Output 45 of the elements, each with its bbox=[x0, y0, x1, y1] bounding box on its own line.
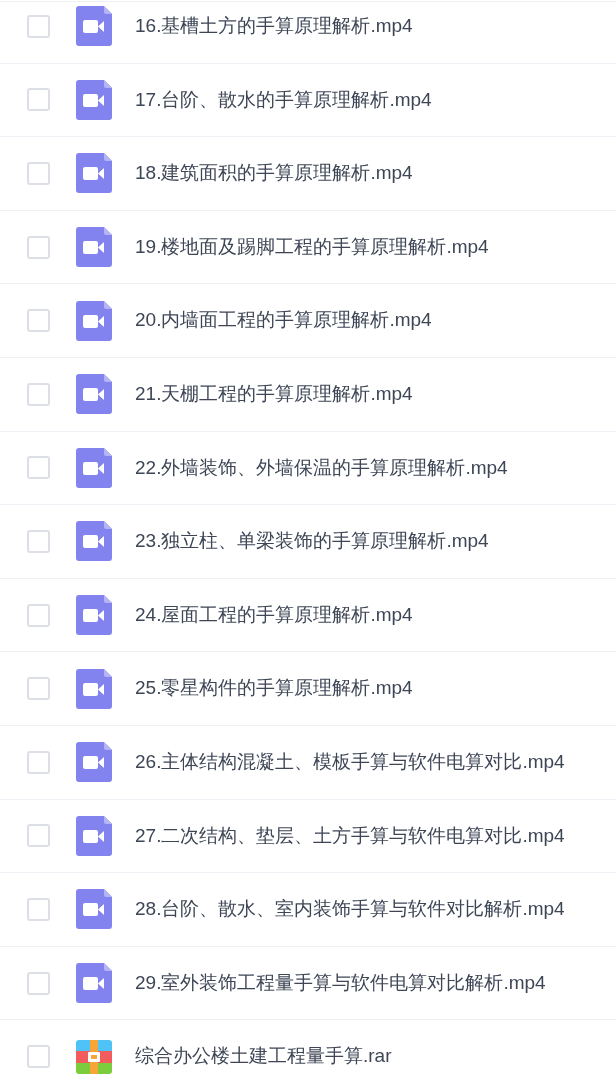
checkbox[interactable] bbox=[27, 971, 50, 995]
checkbox[interactable] bbox=[27, 88, 50, 112]
file-name[interactable]: 25.零星构件的手算原理解析.mp4 bbox=[135, 674, 413, 703]
checkbox[interactable] bbox=[27, 235, 50, 259]
file-name[interactable]: 19.楼地面及踢脚工程的手算原理解析.mp4 bbox=[135, 232, 489, 262]
video-file-icon bbox=[76, 6, 112, 47]
checkbox[interactable] bbox=[27, 750, 50, 774]
file-name[interactable]: 28.台阶、散水、室内装饰手算与软件对比解析.mp4 bbox=[135, 895, 565, 924]
checkbox[interactable] bbox=[27, 14, 50, 38]
video-file-icon bbox=[76, 153, 112, 194]
file-name[interactable]: 综合办公楼土建工程量手算.rar bbox=[135, 1042, 392, 1071]
checkbox[interactable] bbox=[27, 456, 50, 480]
checkbox[interactable] bbox=[27, 382, 50, 406]
file-name[interactable]: 26.主体结构混凝土、模板手算与软件电算对比.mp4 bbox=[135, 748, 565, 777]
file-name[interactable]: 24.屋面工程的手算原理解析.mp4 bbox=[135, 600, 413, 630]
file-name[interactable]: 22.外墙装饰、外墙保温的手算原理解析.mp4 bbox=[135, 453, 508, 483]
checkbox[interactable] bbox=[27, 603, 50, 627]
video-file-icon bbox=[76, 742, 112, 783]
video-file-icon bbox=[76, 815, 112, 856]
video-file-icon bbox=[76, 668, 112, 709]
file-name[interactable]: 29.室外装饰工程量手算与软件电算对比解析.mp4 bbox=[135, 968, 546, 998]
file-name[interactable]: 16.基槽土方的手算原理解析.mp4 bbox=[135, 12, 413, 41]
checkbox[interactable] bbox=[27, 824, 50, 848]
checkbox[interactable] bbox=[27, 897, 50, 921]
file-name[interactable]: 27.二次结构、垫层、土方手算与软件电算对比.mp4 bbox=[135, 821, 565, 851]
file-name[interactable]: 21.天棚工程的手算原理解析.mp4 bbox=[135, 380, 413, 409]
video-file-icon bbox=[76, 595, 112, 636]
video-file-icon bbox=[76, 889, 112, 930]
checkbox[interactable] bbox=[27, 309, 50, 333]
video-file-icon bbox=[76, 447, 112, 488]
video-file-icon bbox=[76, 963, 112, 1003]
video-file-icon bbox=[76, 300, 112, 341]
video-file-icon bbox=[76, 521, 112, 562]
checkbox[interactable] bbox=[27, 529, 50, 553]
video-file-icon bbox=[76, 227, 112, 268]
file-name[interactable]: 17.台阶、散水的手算原理解析.mp4 bbox=[135, 85, 432, 115]
checkbox[interactable] bbox=[27, 162, 50, 185]
checkbox[interactable] bbox=[27, 1045, 50, 1069]
file-name[interactable]: 18.建筑面积的手算原理解析.mp4 bbox=[135, 159, 413, 188]
file-name[interactable]: 23.独立柱、单梁装饰的手算原理解析.mp4 bbox=[135, 527, 489, 556]
video-file-icon bbox=[76, 79, 112, 120]
file-name[interactable]: 20.内墙面工程的手算原理解析.mp4 bbox=[135, 306, 432, 335]
checkbox[interactable] bbox=[27, 677, 50, 701]
archive-file-icon bbox=[76, 1039, 112, 1074]
video-file-icon bbox=[76, 374, 112, 415]
